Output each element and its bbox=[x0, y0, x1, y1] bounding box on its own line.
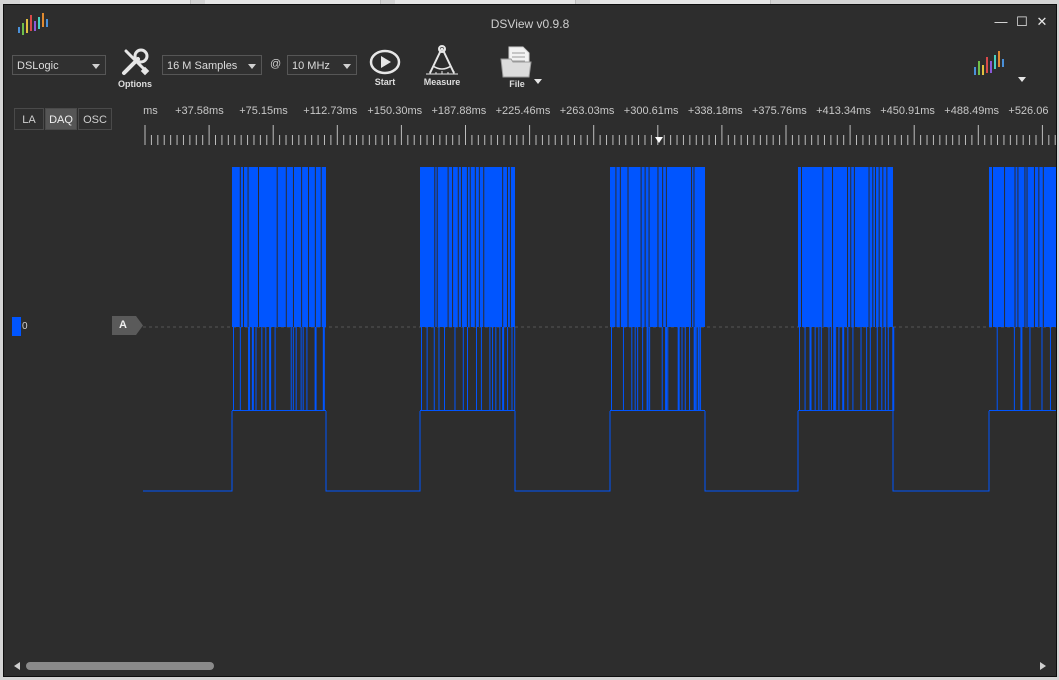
ruler-tick-label: +375.76ms bbox=[752, 105, 807, 117]
ruler-tick-label: +37.58ms bbox=[175, 105, 224, 117]
mode-daq-label: DAQ bbox=[49, 114, 73, 126]
rate-select-value: 10 MHz bbox=[292, 60, 330, 72]
signal-burst bbox=[798, 167, 895, 411]
ruler-tick-label: 0ms bbox=[143, 105, 158, 117]
ruler-tick-label: +112.73ms bbox=[303, 105, 358, 117]
waveform-area[interactable] bbox=[143, 155, 1056, 655]
folder-document-icon bbox=[500, 46, 532, 78]
chevron-down-icon bbox=[92, 64, 100, 69]
signal-burst bbox=[420, 167, 516, 411]
scroll-left-arrow-icon[interactable] bbox=[14, 662, 20, 670]
compass-icon bbox=[426, 45, 458, 75]
scrollbar-thumb[interactable] bbox=[26, 662, 214, 670]
mode-osc-button[interactable]: OSC bbox=[78, 108, 112, 130]
measure-button[interactable]: Measure bbox=[420, 45, 464, 87]
trigger-marker[interactable]: A bbox=[112, 316, 144, 335]
file-menu-caret-icon[interactable] bbox=[534, 79, 542, 84]
ruler-tick-label: +338.18ms bbox=[687, 105, 743, 117]
cursor-marker-icon bbox=[655, 137, 663, 143]
minimize-button[interactable]: — bbox=[992, 13, 1010, 31]
ruler-ticks bbox=[144, 125, 1056, 145]
rate-select[interactable]: 10 MHz bbox=[287, 55, 357, 75]
app-logo-icon bbox=[974, 51, 1004, 75]
mode-daq-button[interactable]: DAQ bbox=[45, 108, 77, 130]
signal-burst bbox=[232, 167, 326, 411]
ruler-tick-label: +75.15ms bbox=[239, 105, 288, 117]
ruler-tick-label: +526.06 bbox=[1008, 105, 1049, 117]
title-bar: DSView v0.9.8 — ☐ ✕ bbox=[4, 5, 1056, 41]
horizontal-scrollbar[interactable] bbox=[14, 659, 1046, 673]
ruler-tick-label: +450.91ms bbox=[880, 105, 935, 117]
chevron-down-icon bbox=[343, 64, 351, 69]
device-select[interactable]: DSLogic bbox=[12, 55, 106, 75]
measure-label: Measure bbox=[423, 77, 461, 87]
file-label: File bbox=[509, 79, 525, 89]
maximize-button[interactable]: ☐ bbox=[1013, 13, 1031, 31]
start-button[interactable]: Start bbox=[366, 47, 404, 87]
trigger-marker-shape bbox=[112, 316, 143, 335]
ruler-tick-label: +187.88ms bbox=[431, 105, 487, 117]
window-title: DSView v0.9.8 bbox=[490, 17, 570, 31]
signal-burst bbox=[610, 167, 705, 411]
dsview-window: DSView v0.9.8 — ☐ ✕ DSLogic Options 16 M… bbox=[3, 4, 1057, 677]
time-ruler[interactable]: 0ms +37.58ms +75.15ms +112.73ms +150.30ms +18… bbox=[143, 101, 1056, 145]
close-button[interactable]: ✕ bbox=[1033, 13, 1051, 31]
ruler-tick-label: +300.61ms bbox=[623, 105, 679, 117]
ruler-tick-label: +413.34ms bbox=[816, 105, 871, 117]
at-separator: @ bbox=[270, 58, 282, 70]
file-button[interactable]: File bbox=[490, 45, 544, 89]
chevron-down-icon bbox=[248, 64, 256, 69]
trigger-label: A bbox=[119, 319, 127, 331]
wrench-screwdriver-icon bbox=[122, 48, 150, 76]
channel-index: 0 bbox=[22, 321, 28, 332]
samples-select-value: 16 M Samples bbox=[167, 60, 238, 72]
signal-trace bbox=[143, 411, 990, 492]
ruler-tick-label: +263.03ms bbox=[559, 105, 615, 117]
device-select-value: DSLogic bbox=[17, 60, 59, 72]
mode-osc-label: OSC bbox=[83, 114, 107, 126]
samples-select[interactable]: 16 M Samples bbox=[162, 55, 262, 75]
chevron-down-icon bbox=[1018, 77, 1026, 82]
theme-menu-button[interactable] bbox=[972, 49, 1032, 89]
ruler-labels: 0ms +37.58ms +75.15ms +112.73ms +150.30ms +18… bbox=[143, 101, 1056, 121]
channel-color-swatch[interactable] bbox=[12, 317, 21, 336]
play-icon bbox=[369, 49, 401, 75]
ruler-tick-label: +488.49ms bbox=[944, 105, 1000, 117]
mode-la-button[interactable]: LA bbox=[14, 108, 44, 130]
options-button[interactable]: Options bbox=[114, 45, 156, 89]
start-label: Start bbox=[374, 77, 396, 87]
ruler-tick-label: +150.30ms bbox=[367, 105, 423, 117]
options-label: Options bbox=[118, 79, 152, 89]
ruler-tick-label: +225.46ms bbox=[495, 105, 551, 117]
signal-burst bbox=[989, 167, 1056, 411]
scroll-right-arrow-icon[interactable] bbox=[1040, 662, 1046, 670]
mode-la-label: LA bbox=[22, 114, 36, 126]
